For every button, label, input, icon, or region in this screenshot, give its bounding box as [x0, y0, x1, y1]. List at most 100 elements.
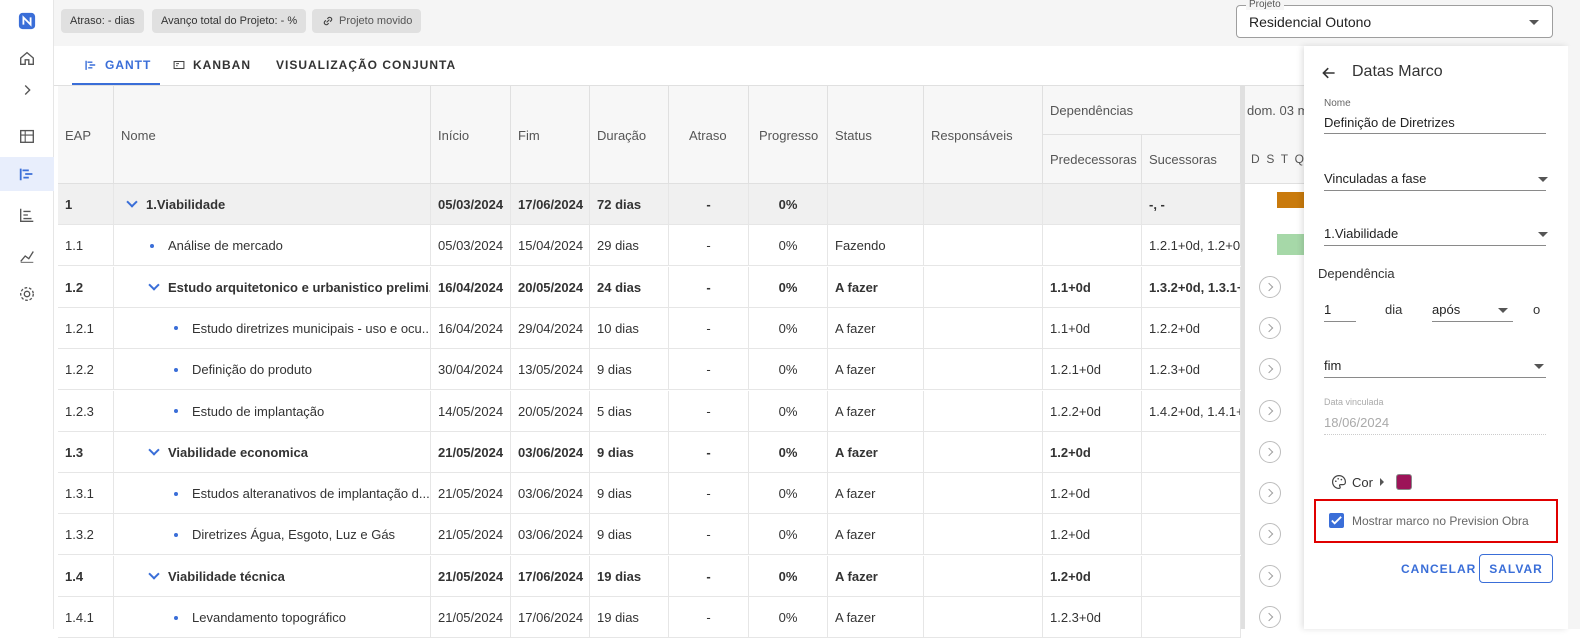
- arrow-back-icon[interactable]: [1321, 65, 1337, 81]
- cell-eap: 1.3.1: [58, 473, 114, 515]
- header-status[interactable]: Status: [828, 86, 924, 184]
- table-row[interactable]: 1.3.2 Diretrizes Água, Esgoto, Luz e Gás 2…: [58, 514, 1241, 556]
- buildings-nav[interactable]: [0, 119, 54, 153]
- cell-status: A fazer: [828, 514, 924, 556]
- chevron-down-icon[interactable]: [148, 568, 160, 580]
- cell-progresso: 0%: [749, 597, 828, 638]
- color-picker[interactable]: Cor: [1331, 472, 1412, 492]
- expand-nav[interactable]: [0, 73, 54, 107]
- dependency-marker[interactable]: [1259, 564, 1281, 587]
- dependency-marker[interactable]: [1259, 399, 1281, 422]
- cell-progresso-text: 0%: [778, 197, 798, 212]
- fase-value: 1.Viabilidade: [1324, 226, 1399, 241]
- table-row[interactable]: 1.3.1 Estudos alteranativos de implantaçã…: [58, 473, 1241, 515]
- table-row[interactable]: 1.2.3 Estudo de implantação 14/05/2024 20/0…: [58, 390, 1241, 432]
- header-atraso[interactable]: Atraso: [669, 86, 749, 184]
- header-predecessoras[interactable]: Predecessoras: [1043, 135, 1142, 184]
- chevron-down-icon[interactable]: [148, 444, 160, 456]
- cell-atraso-text: -: [706, 403, 711, 419]
- table-row[interactable]: 1.1 Análise de mercado 05/03/2024 15/04/202…: [58, 225, 1241, 267]
- vinculo-select[interactable]: Vinculadas a fase: [1324, 166, 1548, 191]
- chevron-down-icon[interactable]: [148, 278, 160, 291]
- cell-duracao: 29 dias: [590, 225, 669, 267]
- panel-title: Datas Marco: [1352, 63, 1443, 80]
- header-nome[interactable]: Nome: [114, 86, 431, 184]
- cell-atraso-text: -: [706, 197, 711, 212]
- gantt-nav[interactable]: [0, 157, 54, 191]
- tab-joint-view-label: VISUALIZAÇÃO CONJUNTA: [276, 58, 457, 72]
- table-row[interactable]: 1.4.1 Levandamento topográfico 21/05/2024 1…: [58, 597, 1241, 638]
- header-eap[interactable]: EAP: [58, 86, 114, 184]
- cell-progresso: 0%: [749, 431, 828, 473]
- cell-resp: [924, 514, 1043, 556]
- header-progresso[interactable]: Progresso: [749, 86, 828, 184]
- cell-fim: 20/05/2024: [511, 266, 590, 308]
- table-row[interactable]: 1.2 Estudo arquitetonico e urbanistico pr…: [58, 266, 1241, 308]
- project-select[interactable]: Projeto Residencial Outono: [1236, 0, 1553, 38]
- cell-progresso: 0%: [749, 349, 828, 391]
- cell-inicio: 16/04/2024: [431, 266, 511, 308]
- cell-atraso: -: [669, 225, 749, 267]
- save-button[interactable]: SALVAR: [1479, 554, 1553, 583]
- tab-kanban[interactable]: KANBAN: [172, 46, 251, 84]
- dependency-marker[interactable]: [1259, 275, 1281, 298]
- header-fim[interactable]: Fim: [511, 86, 590, 184]
- header-fim-label: Fim: [518, 128, 540, 143]
- cell-atraso-text: -: [706, 568, 711, 584]
- cell-progresso-text: 0%: [778, 486, 798, 502]
- tab-joint-view[interactable]: VISUALIZAÇÃO CONJUNTA: [276, 46, 456, 84]
- header-responsaveis[interactable]: Responsáveis: [924, 86, 1043, 184]
- analytics-nav[interactable]: [0, 239, 54, 273]
- dep-relation-select[interactable]: após: [1432, 298, 1513, 322]
- settings-nav[interactable]: [0, 277, 54, 311]
- table-row[interactable]: 1.2.2 Definição do produto 30/04/2024 13/05…: [58, 349, 1241, 391]
- cancel-button[interactable]: CANCELAR: [1401, 562, 1476, 576]
- dependency-marker[interactable]: [1259, 606, 1281, 628]
- table-row[interactable]: 1.2.1 Estudo diretrizes municipais - uso …: [58, 307, 1241, 349]
- check-icon: [1331, 516, 1342, 525]
- header-duracao[interactable]: Duração: [590, 86, 669, 184]
- cell-eap: 1.2: [58, 266, 114, 308]
- cell-status-text: Fazendo: [835, 238, 886, 254]
- cell-duracao-text: 9 dias: [597, 486, 632, 502]
- cell-suc: 1.4.2+0d, 1.4.1+0: [1142, 390, 1241, 432]
- bullet-icon: [150, 243, 154, 248]
- cell-nome: Diretrizes Água, Esgoto, Luz e Gás: [114, 514, 431, 556]
- color-swatch[interactable]: [1395, 474, 1412, 490]
- header-sucessoras[interactable]: Sucessoras: [1142, 135, 1241, 184]
- cell-nome: Viabilidade técnica: [114, 555, 431, 597]
- header-inicio[interactable]: Início: [431, 86, 511, 184]
- cell-inicio-text: 05/03/2024: [438, 197, 504, 212]
- cell-progresso-text: 0%: [778, 362, 798, 378]
- nome-field[interactable]: Nome Definição de Diretrizes: [1324, 98, 1546, 134]
- app-logo[interactable]: [0, 4, 54, 38]
- progress-chip: Avanço total do Projeto: - %: [152, 9, 307, 33]
- cell-progresso: 0%: [749, 555, 828, 597]
- cell-eap: 1: [58, 184, 114, 225]
- dependency-marker[interactable]: [1259, 482, 1281, 505]
- bullet-icon: [174, 615, 178, 620]
- dependency-marker[interactable]: [1259, 523, 1281, 546]
- chevron-down-icon: [1529, 20, 1539, 25]
- tab-gantt[interactable]: GANTT: [84, 46, 151, 84]
- table-row[interactable]: 1.4 Viabilidade técnica 21/05/2024 17/06/20…: [58, 555, 1241, 597]
- show-milestone-checkbox[interactable]: [1329, 513, 1344, 528]
- cell-inicio: 30/04/2024: [431, 349, 511, 391]
- fase-select[interactable]: 1.Viabilidade: [1324, 221, 1548, 246]
- cell-fim: 17/06/2024: [511, 597, 590, 638]
- home-nav[interactable]: [0, 41, 54, 75]
- dependency-marker[interactable]: [1259, 440, 1281, 463]
- cell-inicio: 21/05/2024: [431, 473, 511, 515]
- table-row[interactable]: 1.3 Viabilidade economica 21/05/2024 03/06/…: [58, 431, 1241, 473]
- project-moved-chip[interactable]: Projeto movido: [312, 9, 422, 33]
- header-nome-label: Nome: [121, 128, 156, 143]
- timeline-nav[interactable]: [0, 198, 54, 232]
- header-status-label: Status: [835, 128, 872, 143]
- dependency-marker[interactable]: [1259, 358, 1281, 381]
- cell-status: A fazer: [828, 349, 924, 391]
- dep-number-input[interactable]: 1: [1324, 298, 1356, 322]
- dep-ref-select[interactable]: fim: [1324, 354, 1546, 378]
- table-row[interactable]: 1 1.Viabilidade 05/03/2024 17/06/2024 72 dia…: [58, 184, 1241, 225]
- dependency-marker[interactable]: [1259, 316, 1281, 339]
- chevron-down-icon[interactable]: [126, 196, 138, 208]
